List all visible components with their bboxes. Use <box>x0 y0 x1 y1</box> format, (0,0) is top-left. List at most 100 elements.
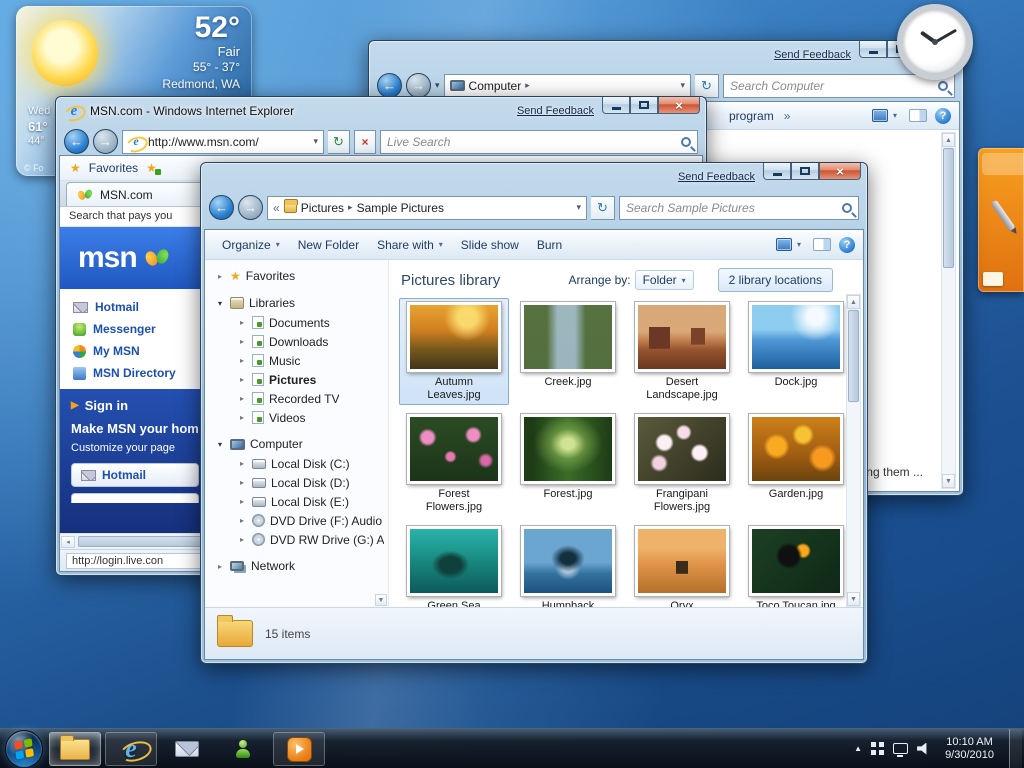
computer-vertical-scrollbar[interactable]: ▲ ▼ <box>941 132 956 489</box>
arrange-by-dropdown[interactable]: Folder ▾ <box>635 270 694 290</box>
nav-pictures[interactable]: ▸ Pictures <box>205 370 388 389</box>
organize-button[interactable]: Organize ▾ <box>213 234 289 256</box>
customize-link[interactable]: Customize your page <box>71 442 199 454</box>
collapse-icon[interactable]: ▸ <box>237 375 247 384</box>
nav-dvd-rw-drive-g[interactable]: ▸ DVD RW Drive (G:) A <box>205 530 388 549</box>
ie-maximize-button[interactable] <box>630 97 658 114</box>
file-item-green-sea[interactable]: Green Sea <box>399 522 509 607</box>
file-item-creek[interactable]: Creek.jpg <box>513 298 623 405</box>
nav-local-disk-e[interactable]: ▸ Local Disk (E:) <box>205 492 388 511</box>
refresh-button[interactable]: ↻ <box>695 74 719 98</box>
breadcrumb-dropdown-icon[interactable]: ▾ <box>576 202 581 213</box>
taskbar-clock[interactable]: 10:10 AM 9/30/2010 <box>945 736 994 762</box>
taskbar-messenger-button[interactable] <box>217 732 269 766</box>
hotmail-button[interactable]: Hotmail <box>71 463 199 487</box>
nav-libraries[interactable]: ▾ Libraries <box>205 293 388 313</box>
start-button[interactable] <box>5 730 43 768</box>
expand-icon[interactable]: ▾ <box>215 440 225 449</box>
nav-scroll-down-icon[interactable]: ▼ <box>375 594 387 606</box>
collapse-icon[interactable]: ▸ <box>237 516 247 525</box>
favorites-star-icon[interactable]: ★ <box>70 162 81 174</box>
nav-dvd-drive-f[interactable]: ▸ DVD Drive (F:) Audio <box>205 511 388 530</box>
tray-language-icon[interactable] <box>871 742 884 755</box>
pictures-search-box[interactable] <box>619 196 859 220</box>
scrollbar-thumb[interactable] <box>848 310 859 402</box>
partial-button[interactable] <box>71 493 199 503</box>
clock-gadget[interactable] <box>897 4 973 80</box>
notes-gadget[interactable] <box>978 148 1024 292</box>
nav-computer[interactable]: ▾ Computer <box>205 434 388 454</box>
search-input[interactable] <box>730 79 934 93</box>
refresh-button[interactable]: ↻ <box>591 196 615 220</box>
send-feedback-link[interactable]: Send Feedback <box>678 171 755 183</box>
computer-titlebar[interactable]: Send Feedback × <box>369 41 963 69</box>
collapse-icon[interactable]: ▸ <box>237 394 247 403</box>
send-feedback-link[interactable]: Send Feedback <box>774 49 851 61</box>
breadcrumb-segment-pictures[interactable]: Pictures <box>301 201 344 215</box>
live-search-box[interactable] <box>380 130 698 154</box>
pictures-maximize-button[interactable] <box>791 163 819 180</box>
ie-refresh-button[interactable]: ↻ <box>328 130 350 154</box>
link-my-msn[interactable]: My MSN <box>73 340 210 362</box>
link-messenger[interactable]: Messenger <box>73 318 210 340</box>
url-box[interactable]: e ▾ <box>122 130 324 154</box>
scroll-up-icon[interactable]: ▲ <box>847 295 860 309</box>
nav-music[interactable]: ▸ Music <box>205 351 388 370</box>
breadcrumb-segment[interactable]: Computer <box>469 79 522 93</box>
ie-close-button[interactable]: × <box>658 97 700 114</box>
pictures-vertical-scrollbar[interactable]: ▲ ▼ <box>846 294 861 607</box>
library-locations-button[interactable]: 2 library locations <box>718 268 833 292</box>
help-button[interactable]: ? <box>935 108 951 124</box>
favorites-label[interactable]: Favorites <box>89 161 138 175</box>
nav-local-disk-d[interactable]: ▸ Local Disk (D:) <box>205 473 388 492</box>
search-input[interactable] <box>626 201 838 215</box>
sign-in-link[interactable]: ▶ Sign in <box>71 398 199 413</box>
add-favorite-icon[interactable]: ★ <box>146 161 157 175</box>
pictures-window[interactable]: Send Feedback × ← → « Pictures ▸ Sample … <box>200 162 868 664</box>
file-item-toco-toucan[interactable]: Toco Toucan.jpg <box>741 522 851 607</box>
collapse-icon[interactable]: ▸ <box>237 318 247 327</box>
burn-button[interactable]: Burn <box>528 234 571 256</box>
forward-button[interactable]: → <box>93 129 118 154</box>
collapse-icon[interactable]: ▸ <box>237 356 247 365</box>
file-item-autumn-leaves[interactable]: Autumn Leaves.jpg <box>399 298 509 405</box>
collapse-icon[interactable]: ▸ <box>237 535 247 544</box>
scroll-left-icon[interactable]: ◂ <box>61 536 75 548</box>
taskbar-media-player-button[interactable] <box>273 732 325 766</box>
breadcrumb-overflow-icon[interactable]: « <box>273 201 280 215</box>
scrollbar-thumb[interactable] <box>943 148 954 268</box>
taskbar-mail-button[interactable] <box>161 732 213 766</box>
url-dropdown-icon[interactable]: ▾ <box>313 136 318 147</box>
pictures-minimize-button[interactable] <box>763 163 791 180</box>
send-feedback-link[interactable]: Send Feedback <box>517 105 594 117</box>
breadcrumb-segment-sample-pictures[interactable]: Sample Pictures <box>357 201 444 215</box>
show-desktop-button[interactable] <box>1009 729 1022 768</box>
back-button[interactable]: ← <box>377 73 402 98</box>
file-item-humpback[interactable]: Humpback <box>513 522 623 607</box>
search-input[interactable] <box>387 135 677 149</box>
ie-stop-button[interactable]: × <box>354 130 376 154</box>
file-item-oryx[interactable]: Oryx <box>627 522 737 607</box>
computer-breadcrumb[interactable]: Computer ▸ ▾ <box>444 74 691 98</box>
forward-button[interactable]: → <box>406 73 431 98</box>
taskbar-ie-button[interactable]: e <box>105 732 157 766</box>
file-item-garden[interactable]: Garden.jpg <box>741 410 851 517</box>
history-dropdown-icon[interactable]: ▾ <box>435 80 440 91</box>
ie-titlebar[interactable]: e MSN.com - Windows Internet Explorer Se… <box>56 97 706 125</box>
breadcrumb-dropdown-icon[interactable]: ▾ <box>680 80 685 91</box>
expand-icon[interactable]: ▾ <box>215 299 225 308</box>
collapse-icon[interactable]: ▸ <box>237 478 247 487</box>
msn-logo[interactable]: msn <box>78 241 137 275</box>
help-button[interactable]: ? <box>839 237 855 253</box>
collapse-icon[interactable]: ▸ <box>237 459 247 468</box>
scroll-up-icon[interactable]: ▲ <box>942 133 955 147</box>
breadcrumb-separator-icon[interactable]: ▸ <box>348 202 353 213</box>
pictures-close-button[interactable]: × <box>819 163 861 180</box>
collapse-icon[interactable]: ▸ <box>215 562 225 571</box>
pictures-titlebar[interactable]: Send Feedback × <box>201 163 867 191</box>
preview-pane-button[interactable] <box>909 109 927 122</box>
link-msn-directory[interactable]: MSN Directory <box>73 362 210 384</box>
nav-documents[interactable]: ▸ Documents <box>205 313 388 332</box>
nav-network[interactable]: ▸ Network <box>205 556 388 576</box>
tray-volume-icon[interactable] <box>917 743 930 755</box>
